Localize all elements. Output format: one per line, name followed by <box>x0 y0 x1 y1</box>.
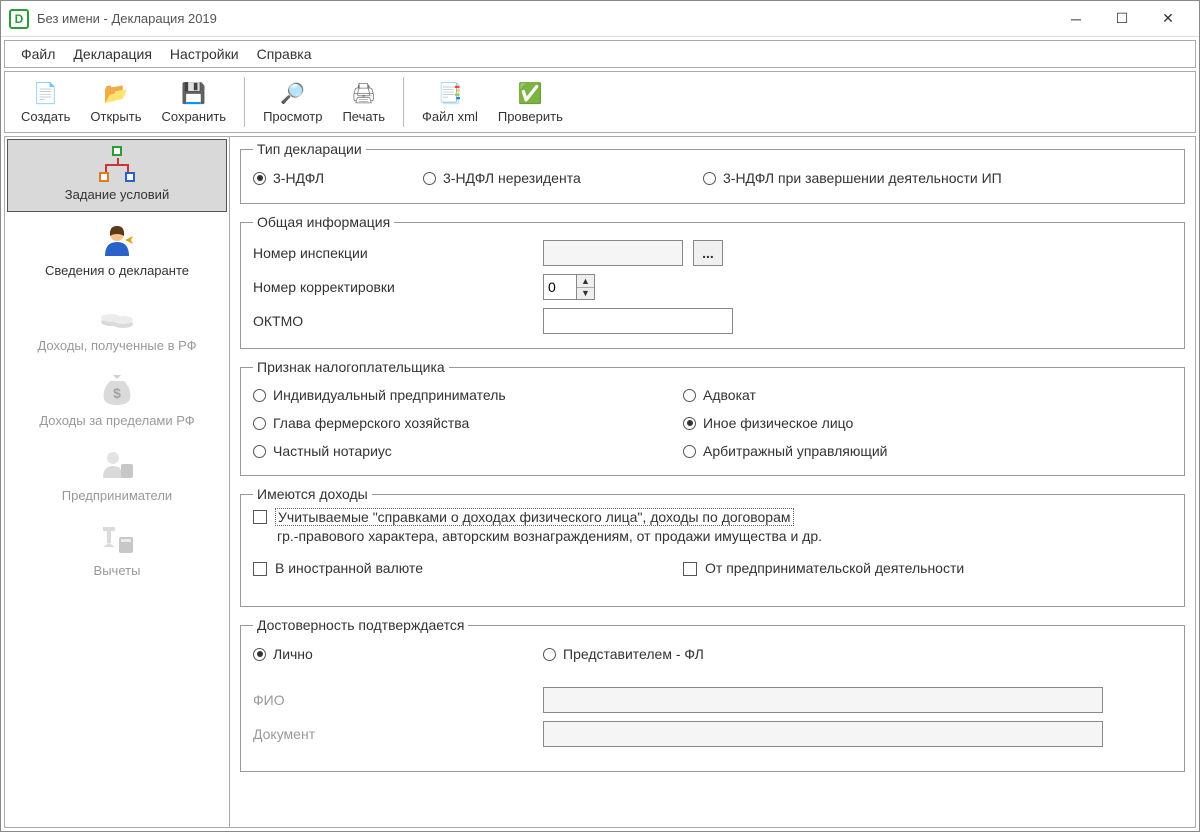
fio-input[interactable] <box>543 687 1103 713</box>
minimize-button[interactable]: ─ <box>1053 3 1099 35</box>
radio-indicator <box>253 172 266 185</box>
save-icon: 💾 <box>181 81 207 107</box>
app-icon: D <box>9 9 29 29</box>
sidebar-item-entrepreneur[interactable]: Предприниматели <box>5 439 229 514</box>
correction-input[interactable] <box>543 274 577 300</box>
diagram-icon <box>95 144 139 184</box>
group-auth: Достоверность подтверждается Лично Предс… <box>240 617 1185 772</box>
group-auth-legend: Достоверность подтверждается <box>253 617 468 633</box>
toolbar: 📄 Создать 📂 Открыть 💾 Сохранить 🔎 Просмо… <box>4 71 1196 133</box>
menu-declaration[interactable]: Декларация <box>65 43 160 65</box>
oktmo-label: ОКТМО <box>253 313 543 329</box>
group-taxpayer: Признак налогоплательщика Индивидуальный… <box>240 359 1185 476</box>
inspection-label: Номер инспекции <box>253 245 543 261</box>
radio-3ndfl-ip-close[interactable]: 3-НДФЛ при завершении деятельности ИП <box>703 170 1002 186</box>
radio-notary[interactable]: Частный нотариус <box>253 443 683 459</box>
inspection-input[interactable] <box>543 240 683 266</box>
correction-label: Номер корректировки <box>253 279 543 295</box>
toolbar-preview-button[interactable]: 🔎 Просмотр <box>253 74 332 130</box>
radio-other-person[interactable]: Иное физическое лицо <box>683 415 1172 431</box>
inspection-lookup-button[interactable]: ... <box>693 240 723 266</box>
doc-input[interactable] <box>543 721 1103 747</box>
menu-file[interactable]: Файл <box>13 43 63 65</box>
money-bag-icon: $ <box>95 370 139 410</box>
folder-open-icon: 📂 <box>103 81 129 107</box>
group-taxpayer-legend: Признак налогоплательщика <box>253 359 449 375</box>
spinner-up-button[interactable]: ▲ <box>577 275 594 288</box>
radio-indicator <box>423 172 436 185</box>
radio-auth-self[interactable]: Лично <box>253 646 543 662</box>
checkbox-income-spravka-sub: гр.-правового характера, авторским возна… <box>277 528 1172 544</box>
toolbar-separator <box>244 77 245 127</box>
radio-advocate[interactable]: Адвокат <box>683 387 1172 403</box>
menu-settings[interactable]: Настройки <box>162 43 247 65</box>
print-icon: 🖨 <box>351 81 377 107</box>
radio-indicator <box>253 648 266 661</box>
toolbar-open-button[interactable]: 📂 Открыть <box>80 74 151 130</box>
radio-indicator <box>253 389 266 402</box>
checkbox-income-spravka[interactable]: Учитываемые "справками о доходах физичес… <box>253 508 794 526</box>
checkbox-indicator <box>683 562 697 576</box>
maximize-button[interactable]: ☐ <box>1099 3 1145 35</box>
radio-farm-head[interactable]: Глава фермерского хозяйства <box>253 415 683 431</box>
radio-indicator <box>253 417 266 430</box>
spinner-down-button[interactable]: ▼ <box>577 288 594 300</box>
group-decl-type: Тип декларации 3-НДФЛ 3-НДФЛ нерезидента… <box>240 141 1185 204</box>
radio-indicator <box>253 445 266 458</box>
radio-3ndfl-nonresident[interactable]: 3-НДФЛ нерезидента <box>423 170 703 186</box>
checkbox-indicator <box>253 562 267 576</box>
oktmo-input[interactable] <box>543 308 733 334</box>
sidebar-item-deductions[interactable]: Вычеты <box>5 514 229 589</box>
sidebar-item-income-foreign[interactable]: $ Доходы за пределами РФ <box>5 364 229 439</box>
radio-indicator <box>683 445 696 458</box>
toolbar-print-button[interactable]: 🖨 Печать <box>332 74 395 130</box>
toolbar-create-button[interactable]: 📄 Создать <box>11 74 80 130</box>
checkbox-indicator <box>253 510 267 524</box>
correction-spinner[interactable]: ▲ ▼ <box>543 274 595 300</box>
preview-icon: 🔎 <box>280 81 306 107</box>
radio-3ndfl[interactable]: 3-НДФЛ <box>253 170 423 186</box>
menu-help[interactable]: Справка <box>249 43 320 65</box>
check-icon: ✅ <box>517 81 543 107</box>
radio-auth-rep[interactable]: Представителем - ФЛ <box>543 646 704 662</box>
menubar: Файл Декларация Настройки Справка <box>4 40 1196 68</box>
toolbar-xml-button[interactable]: 📑 Файл xml <box>412 74 488 130</box>
sidebar-item-declarant[interactable]: Сведения о декларанте <box>5 214 229 289</box>
titlebar: D Без имени - Декларация 2019 ─ ☐ ✕ <box>1 1 1199 37</box>
sidebar-item-income-rf[interactable]: Доходы, полученные в РФ <box>5 289 229 364</box>
main-panel: Тип декларации 3-НДФЛ 3-НДФЛ нерезидента… <box>229 136 1196 828</box>
group-income: Имеются доходы Учитываемые "справками о … <box>240 486 1185 607</box>
window-title: Без имени - Декларация 2019 <box>37 11 1053 26</box>
group-general-legend: Общая информация <box>253 214 394 230</box>
fio-label: ФИО <box>253 692 543 708</box>
coins-icon <box>95 295 139 335</box>
doc-label: Документ <box>253 726 543 742</box>
group-decl-type-legend: Тип декларации <box>253 141 366 157</box>
radio-indicator <box>543 648 556 661</box>
person-icon <box>95 220 139 260</box>
new-file-icon: 📄 <box>33 81 59 107</box>
checkbox-income-entrepreneur[interactable]: От предпринимательской деятельности <box>683 560 1172 576</box>
close-button[interactable]: ✕ <box>1145 3 1191 35</box>
radio-arbitration[interactable]: Арбитражный управляющий <box>683 443 1172 459</box>
radio-indicator <box>703 172 716 185</box>
radio-indicator <box>683 417 696 430</box>
toolbar-save-button[interactable]: 💾 Сохранить <box>151 74 236 130</box>
sidebar-item-conditions[interactable]: Задание условий <box>7 139 227 212</box>
checkbox-income-foreign-currency[interactable]: В иностранной валюте <box>253 560 683 576</box>
svg-text:$: $ <box>113 385 121 401</box>
radio-indicator <box>683 389 696 402</box>
sidebar: Задание условий Сведения о декларанте <box>4 136 229 828</box>
deductions-icon <box>95 520 139 560</box>
group-income-legend: Имеются доходы <box>253 486 372 502</box>
toolbar-check-button[interactable]: ✅ Проверить <box>488 74 573 130</box>
xml-file-icon: 📑 <box>437 81 463 107</box>
group-general: Общая информация Номер инспекции ... Ном… <box>240 214 1185 349</box>
radio-ip[interactable]: Индивидуальный предприниматель <box>253 387 683 403</box>
toolbar-separator <box>403 77 404 127</box>
entrepreneur-icon <box>95 445 139 485</box>
